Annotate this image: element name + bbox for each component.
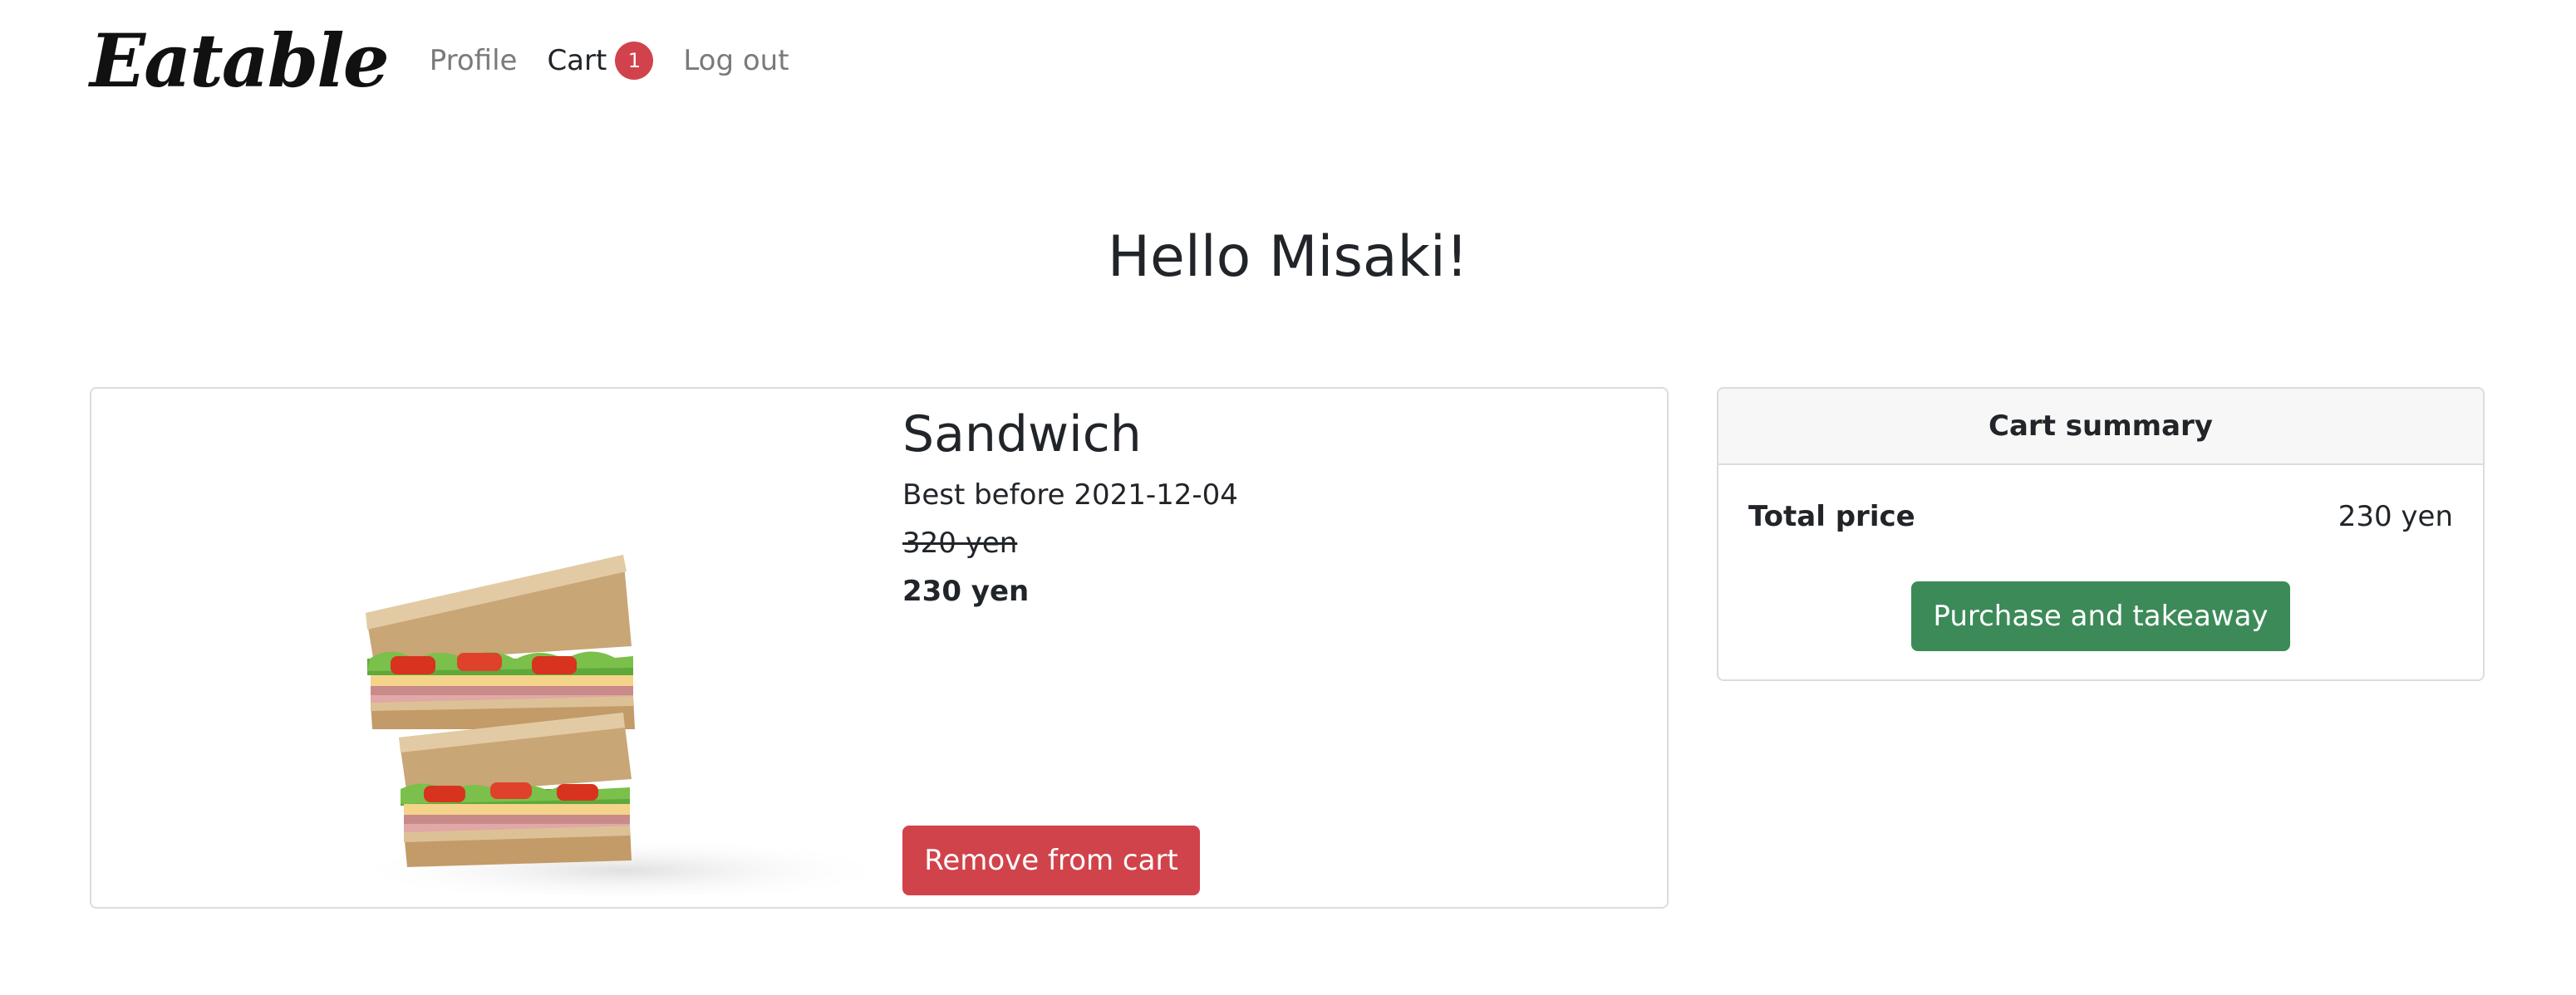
product-name: Sandwich (902, 405, 1142, 463)
total-price-label: Total price (1748, 500, 1915, 533)
cart-summary-card: Cart summary Total price 230 yen Purchas… (1717, 387, 2485, 681)
nav-logout-link[interactable]: Log out (683, 44, 789, 77)
purchase-button[interactable]: Purchase and takeaway (1911, 581, 2290, 651)
nav-profile-link[interactable]: Profile (430, 44, 518, 77)
page-greeting: Hello Misaki! (1107, 224, 1469, 290)
cart-item-card: Sandwich Best before 2021-12-04 320 yen … (90, 387, 1669, 909)
cart-summary-title: Cart summary (1718, 389, 2483, 465)
original-price: 320 yen (902, 527, 1018, 560)
total-price-row: Total price 230 yen (1718, 500, 2483, 533)
best-before-date: Best before 2021-12-04 (902, 478, 1238, 512)
nav-cart-label: Cart (547, 44, 607, 77)
sandwich-image (349, 555, 897, 895)
cart-item-details: Sandwich Best before 2021-12-04 320 yen … (902, 407, 1238, 608)
brand-logo[interactable]: Eatable (90, 24, 390, 97)
nav-cart-link[interactable]: Cart 1 (547, 42, 654, 80)
remove-from-cart-button[interactable]: Remove from cart (902, 826, 1200, 895)
discount-price: 230 yen (902, 575, 1030, 608)
total-price-value: 230 yen (2338, 500, 2453, 533)
navbar: Eatable Profile Cart 1 Log out (90, 15, 819, 106)
cart-count-badge: 1 (615, 42, 654, 80)
